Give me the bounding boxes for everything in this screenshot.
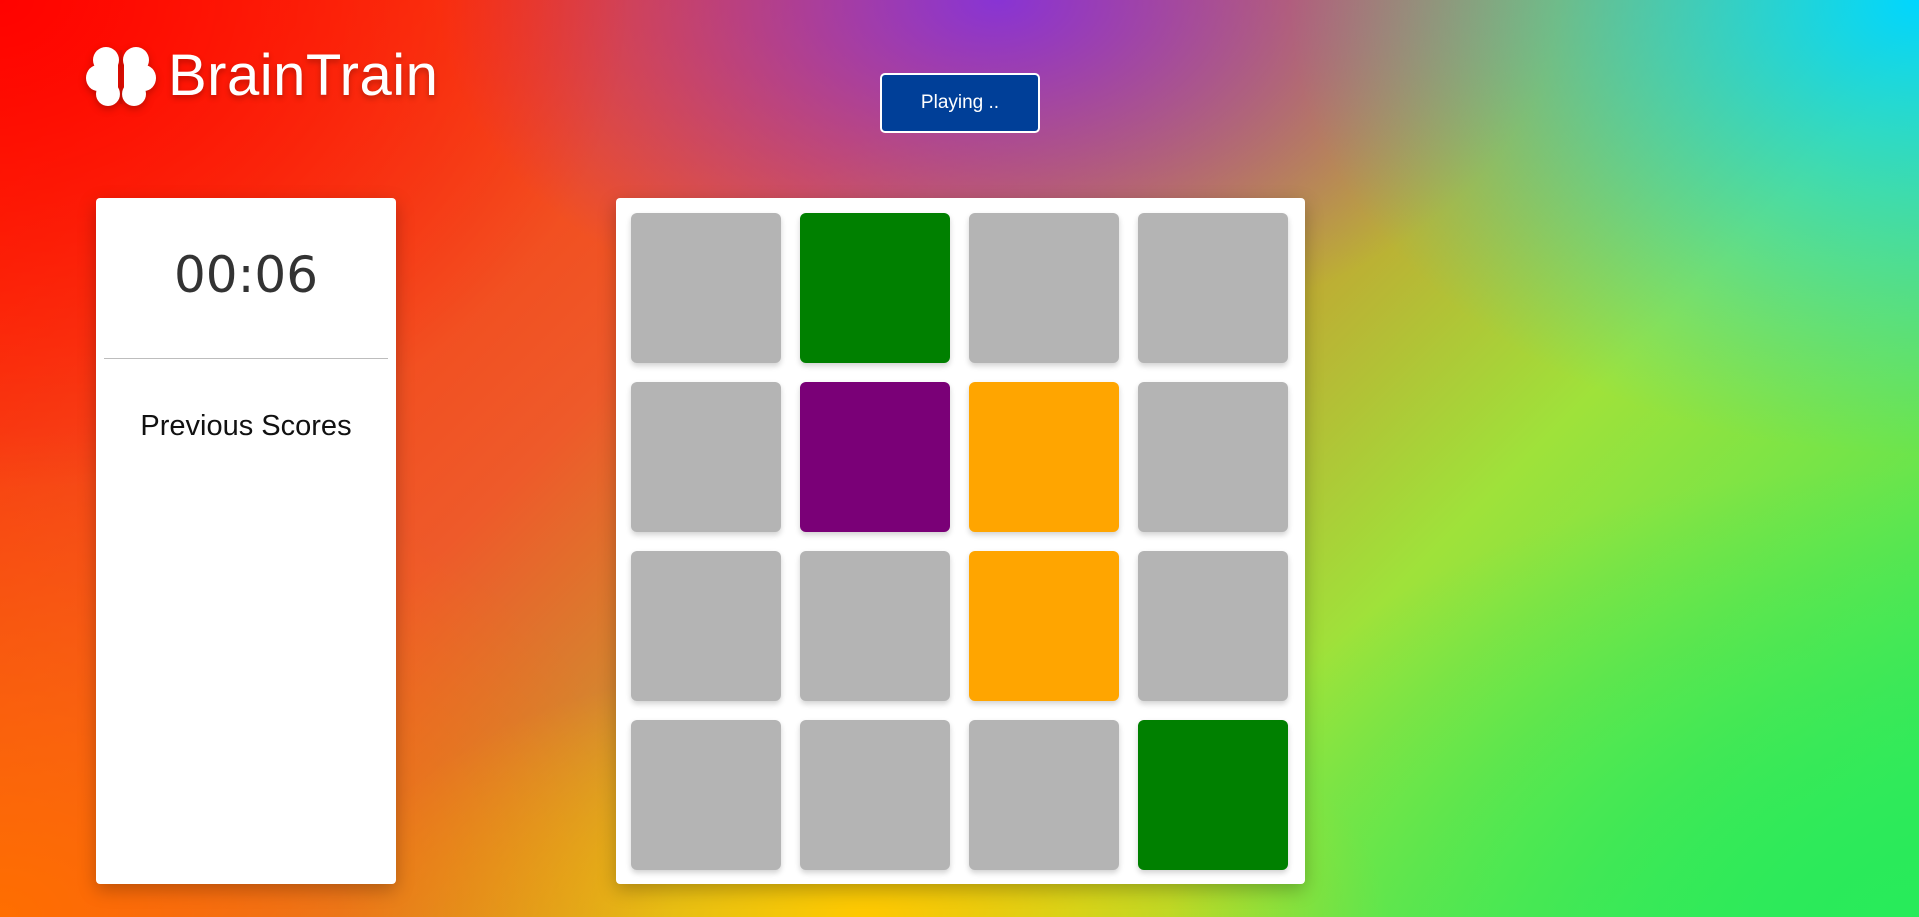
board-tile-gray[interactable] [969, 213, 1119, 363]
board-tile-green[interactable] [1138, 720, 1288, 870]
game-status-button[interactable]: Playing .. [880, 73, 1040, 133]
board-tile-gray[interactable] [969, 720, 1119, 870]
game-timer: 00:06 [173, 246, 319, 304]
brain-icon [86, 47, 156, 106]
board-tile-orange[interactable] [969, 382, 1119, 532]
game-board [616, 198, 1305, 884]
score-panel: 00:06 Previous Scores [96, 198, 396, 884]
previous-scores-heading: Previous Scores [140, 410, 352, 442]
app-title: BrainTrain [168, 43, 439, 108]
board-tile-gray[interactable] [1138, 382, 1288, 532]
board-tile-gray[interactable] [631, 551, 781, 701]
board-tile-gray[interactable] [1138, 213, 1288, 363]
board-tile-gray[interactable] [1138, 551, 1288, 701]
board-tile-orange[interactable] [969, 551, 1119, 701]
board-tile-gray[interactable] [631, 213, 781, 363]
board-tile-gray[interactable] [631, 720, 781, 870]
board-tile-gray[interactable] [631, 382, 781, 532]
board-tile-gray[interactable] [800, 551, 950, 701]
panel-divider [104, 358, 388, 359]
board-tile-purple[interactable] [800, 382, 950, 532]
board-tile-green[interactable] [800, 213, 950, 363]
board-tile-gray[interactable] [800, 720, 950, 870]
app-logo: BrainTrain [86, 44, 438, 108]
